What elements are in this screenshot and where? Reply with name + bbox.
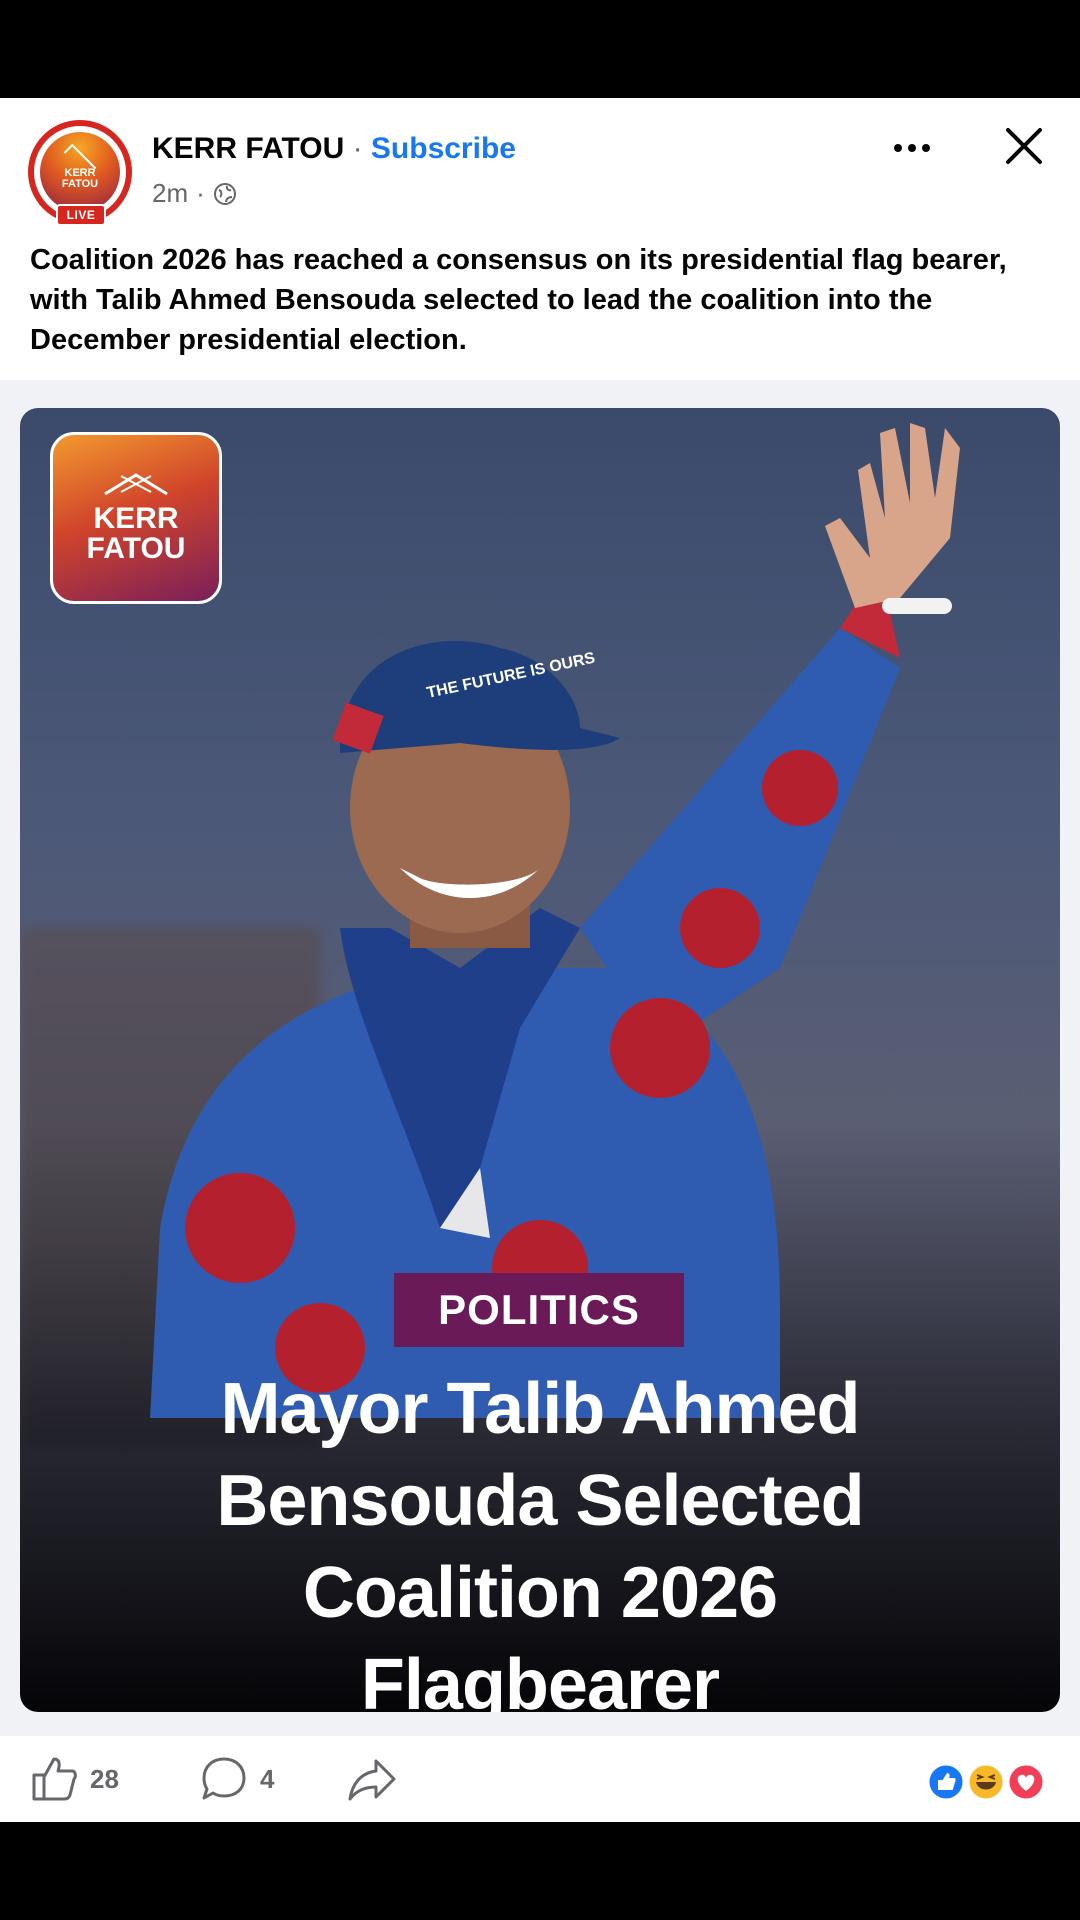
logo-text-2: FATOU (86, 532, 186, 565)
haha-reaction-icon (966, 1762, 1006, 1802)
category-tag: POLITICS (394, 1273, 684, 1347)
comment-count: 4 (260, 1763, 275, 1794)
post-actions-bar: 28 4 (0, 1736, 1080, 1822)
timestamp[interactable]: 2m (152, 178, 188, 209)
avatar-logo: KERR FATOU (40, 132, 120, 212)
navigation-bar-area (0, 1822, 1080, 1920)
love-reaction-icon (1006, 1762, 1046, 1802)
close-icon[interactable] (1004, 126, 1044, 166)
headline-line-2: Bensouda Selected (216, 1461, 864, 1541)
headline-line-4: Flagbearer (360, 1645, 720, 1712)
separator: · (344, 132, 371, 165)
post-caption: Coalition 2026 has reached a consensus o… (30, 244, 1007, 356)
post-header-title: KERR FATOU · Subscribe (152, 132, 516, 166)
globe-icon (213, 182, 236, 205)
like-reaction-icon (926, 1762, 966, 1802)
live-badge: LIVE (56, 204, 106, 226)
post-image[interactable]: THE FUTURE IS OURS KERR FATOU POLITICS M… (20, 408, 1060, 1712)
post-meta: 2m · (152, 178, 237, 209)
comment-button[interactable]: 4 (200, 1736, 274, 1822)
headline-line-3: Coalition 2026 (302, 1553, 778, 1633)
page-name[interactable]: KERR FATOU (152, 132, 344, 165)
reaction-icons[interactable] (926, 1762, 1050, 1802)
kerr-fatou-logo: KERR FATOU (50, 432, 222, 604)
headline: Mayor Talib Ahmed Bensouda Selected Coal… (90, 1363, 990, 1712)
comment-bubble-icon (202, 1757, 246, 1800)
status-bar-area (0, 0, 1080, 98)
share-arrow-icon (348, 1759, 396, 1801)
headline-line-1: Mayor Talib Ahmed (220, 1369, 860, 1449)
like-button[interactable]: 28 (30, 1736, 119, 1822)
logo-text-1: KERR (93, 502, 179, 535)
share-button[interactable] (346, 1736, 398, 1822)
thumbs-up-icon (32, 1757, 77, 1801)
meta-separator: · (196, 178, 205, 208)
subscribe-button[interactable]: Subscribe (371, 132, 516, 165)
avatar-text-2: FATOU (61, 178, 99, 190)
house-roof-icon (104, 473, 168, 496)
more-options-icon[interactable] (890, 138, 934, 158)
like-count: 28 (90, 1763, 119, 1794)
